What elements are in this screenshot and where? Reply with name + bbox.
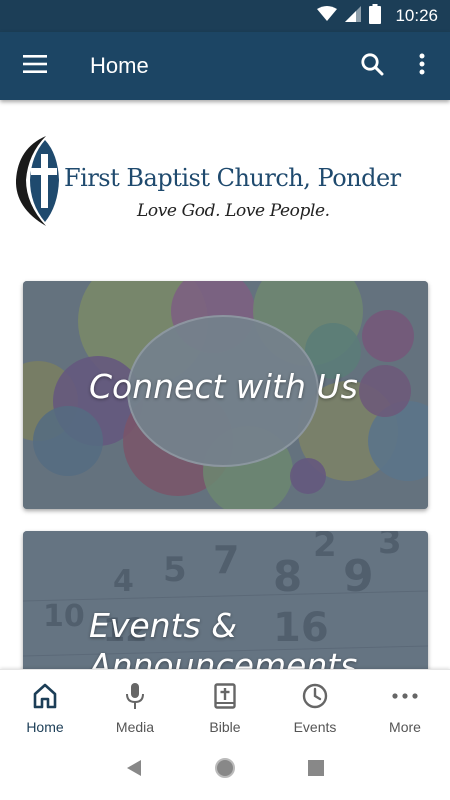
nav-item-more[interactable]: More [360, 670, 450, 741]
church-logo: First Baptist Church, Ponder Love God. L… [0, 100, 450, 280]
nav-label-bible: Bible [209, 719, 241, 735]
bottom-navigation: Home Media Bible Events More [0, 669, 450, 741]
nav-label-media: Media [115, 719, 155, 735]
nav-item-bible[interactable]: Bible [180, 670, 270, 741]
search-icon [360, 52, 384, 81]
signal-icon [345, 5, 362, 27]
bible-icon [214, 682, 236, 710]
more-horizontal-icon [392, 682, 418, 710]
search-button[interactable] [350, 32, 394, 100]
app-screen: 10:26 Home First Baptist Church, Ponder … [0, 0, 450, 800]
recents-icon[interactable] [308, 760, 324, 781]
home-circle-icon[interactable] [214, 757, 236, 784]
cross-shield-icon [12, 134, 62, 233]
app-bar: Home [0, 32, 450, 100]
connect-card-title: Connect with Us [89, 367, 358, 406]
nav-item-home[interactable]: Home [0, 670, 90, 741]
status-time: 10:26 [395, 6, 438, 25]
nav-item-media[interactable]: Media [90, 670, 180, 741]
nav-label-home: Home [26, 719, 64, 735]
nav-label-more: More [389, 719, 421, 735]
page-title: Home [90, 53, 149, 78]
nav-label-events: Events [293, 719, 337, 735]
microphone-icon [125, 682, 145, 710]
home-icon [33, 682, 57, 710]
nav-item-events[interactable]: Events [270, 670, 360, 741]
wifi-icon [317, 5, 338, 27]
back-icon[interactable] [126, 759, 142, 782]
church-tagline: Love God. Love People. [137, 201, 330, 221]
system-navigation-bar [0, 741, 450, 800]
more-vertical-icon [419, 53, 425, 80]
menu-button[interactable] [0, 32, 70, 100]
status-bar: 10:26 [0, 0, 450, 32]
overflow-menu-button[interactable] [408, 32, 436, 100]
connect-card[interactable]: Connect with Us [23, 281, 428, 509]
hamburger-menu-icon [23, 54, 47, 78]
battery-icon [369, 3, 382, 29]
church-name: First Baptist Church, Ponder [64, 164, 401, 192]
clock-icon [302, 682, 328, 710]
